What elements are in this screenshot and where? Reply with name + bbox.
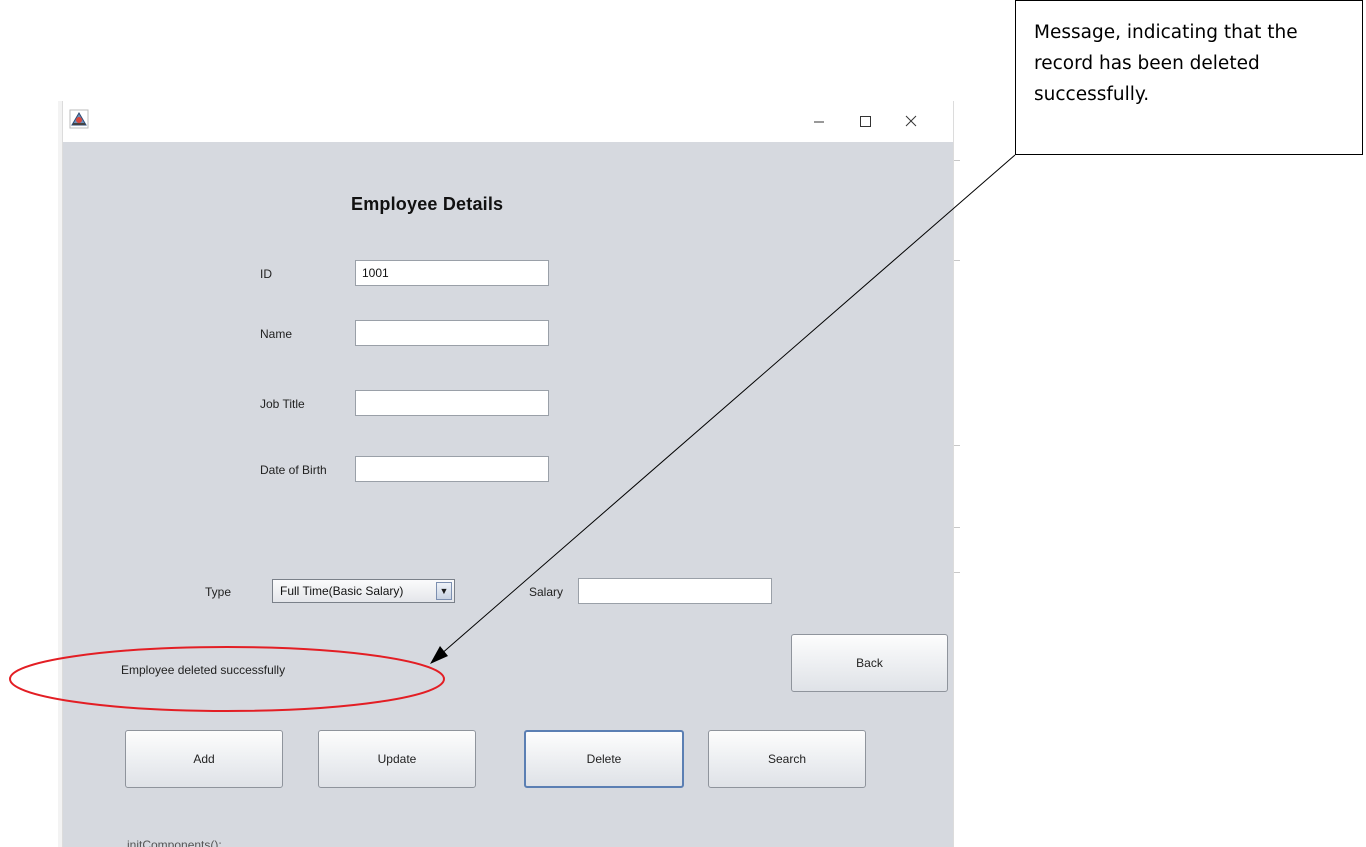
delete-button[interactable]: Delete (524, 730, 684, 788)
dropdown-arrow-icon[interactable]: ▼ (436, 582, 452, 600)
date-of-birth-label: Date of Birth (260, 463, 327, 477)
date-of-birth-input[interactable] (355, 456, 549, 482)
salary-input[interactable] (578, 578, 772, 604)
update-button[interactable]: Update (318, 730, 476, 788)
search-button[interactable]: Search (708, 730, 866, 788)
job-title-input[interactable] (355, 390, 549, 416)
minimize-icon (814, 121, 824, 123)
maximize-button[interactable] (842, 101, 888, 141)
form-title: Employee Details (351, 194, 504, 214)
maximize-icon (860, 116, 871, 127)
salary-label: Salary (529, 585, 564, 599)
id-input[interactable] (355, 260, 549, 286)
background-code-fragment: initComponents(); (127, 839, 222, 847)
title-bar[interactable] (63, 101, 953, 142)
id-label: ID (260, 267, 272, 281)
type-dropdown[interactable]: Full Time(Basic Salary) ▼ (272, 579, 455, 603)
status-message: Employee deleted successfully (121, 663, 286, 677)
back-button[interactable]: Back (791, 634, 948, 692)
minimize-button[interactable] (796, 101, 842, 141)
close-button[interactable] (888, 101, 934, 141)
java-app-icon (69, 109, 89, 129)
annotation-callout: Message, indicating that the record has … (1015, 0, 1363, 155)
add-button[interactable]: Add (125, 730, 283, 788)
close-icon (905, 115, 917, 127)
name-label: Name (260, 327, 293, 341)
type-selected-value: Full Time(Basic Salary) (280, 584, 404, 598)
employee-details-window: Employee Details ID Name Job Title Date … (62, 101, 954, 847)
job-title-label: Job Title (260, 397, 305, 411)
name-input[interactable] (355, 320, 549, 346)
type-label: Type (205, 585, 232, 599)
